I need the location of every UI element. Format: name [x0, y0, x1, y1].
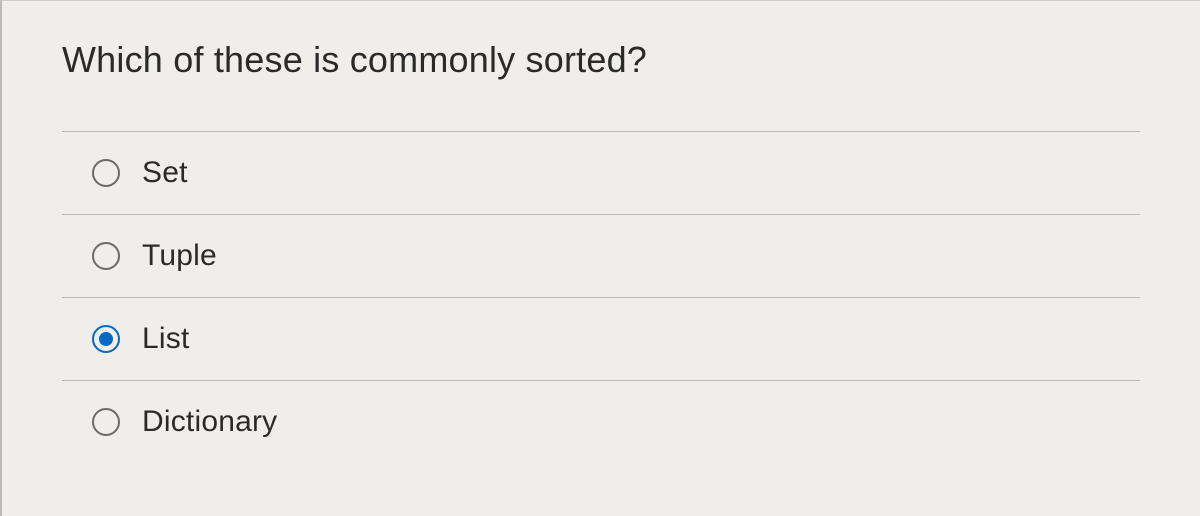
radio-dot-icon — [99, 332, 113, 346]
option-label: Set — [142, 156, 188, 190]
radio-icon — [92, 242, 120, 270]
option-list[interactable]: List — [62, 297, 1140, 380]
radio-icon — [92, 159, 120, 187]
option-label: List — [142, 322, 190, 356]
option-tuple[interactable]: Tuple — [62, 214, 1140, 297]
question-text: Which of these is commonly sorted? — [62, 39, 1140, 81]
options-list: Set Tuple List Dictionary — [2, 131, 1200, 463]
radio-icon — [92, 408, 120, 436]
quiz-container: Which of these is commonly sorted? Set T… — [0, 0, 1200, 516]
option-set[interactable]: Set — [62, 131, 1140, 214]
option-dictionary[interactable]: Dictionary — [62, 380, 1140, 463]
radio-icon — [92, 325, 120, 353]
question-block: Which of these is commonly sorted? — [2, 1, 1200, 131]
option-label: Tuple — [142, 239, 217, 273]
option-label: Dictionary — [142, 405, 277, 439]
